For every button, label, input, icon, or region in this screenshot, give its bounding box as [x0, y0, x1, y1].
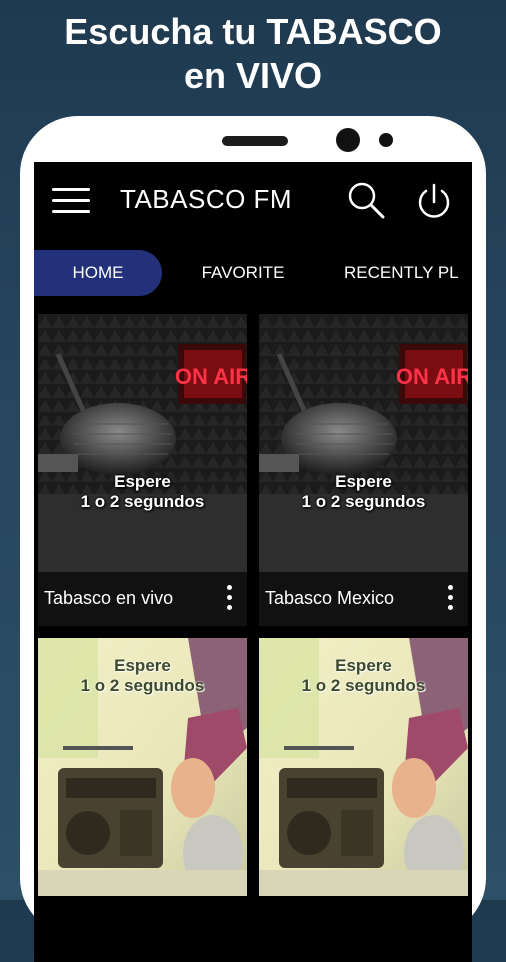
phone-sensor: [379, 133, 393, 147]
wait-message-line2: 1 o 2 segundos: [80, 492, 205, 511]
wait-message-line2: 1 o 2 segundos: [80, 676, 205, 695]
station-thumbnail: Espere 1 o 2 segundos: [259, 638, 468, 896]
station-card[interactable]: Espere 1 o 2 segundos: [259, 638, 468, 950]
station-thumbnail: Espere 1 o 2 segundos: [38, 638, 247, 896]
wait-message-line1: Espere: [114, 472, 171, 491]
app-bar: TABASCO FM: [34, 162, 472, 236]
station-name: Tabasco Mexico: [265, 588, 395, 608]
tab-favorite[interactable]: FAVORITE: [184, 250, 302, 296]
station-card[interactable]: Espere 1 o 2 segundos: [38, 638, 247, 950]
station-card[interactable]: ON AIR Espere 1 o 2 segundos: [38, 314, 247, 626]
wait-message: Espere 1 o 2 segundos: [38, 656, 247, 696]
more-options-icon[interactable]: [446, 585, 454, 613]
phone-frame: TABASCO FM HOME FAVORITE RECENTLY PL ON …: [20, 116, 486, 962]
on-air-sign: ON AIR: [396, 364, 468, 389]
on-air-sign: ON AIR: [175, 364, 247, 389]
promo-headline: Escucha tu TABASCO en VIVO: [0, 10, 506, 98]
wait-message-line1: Espere: [335, 472, 392, 491]
hamburger-menu-icon[interactable]: [52, 188, 90, 213]
app-title: TABASCO FM: [120, 184, 293, 214]
wait-message: Espere 1 o 2 segundos: [38, 472, 247, 512]
phone-camera: [336, 128, 360, 152]
station-caption: Tabasco en vivo: [38, 572, 247, 626]
power-icon[interactable]: [416, 182, 452, 220]
search-icon[interactable]: [346, 180, 386, 220]
tab-home[interactable]: HOME: [34, 250, 162, 296]
app-screen: TABASCO FM HOME FAVORITE RECENTLY PL ON …: [34, 162, 472, 962]
wait-message-line1: Espere: [335, 656, 392, 675]
station-name: Tabasco en vivo: [44, 588, 174, 608]
station-card[interactable]: ON AIR Espere 1 o 2 segundos: [259, 314, 468, 626]
wait-message-line2: 1 o 2 segundos: [301, 676, 426, 695]
more-options-icon[interactable]: [225, 585, 233, 613]
phone-speaker: [222, 136, 288, 146]
tab-recently-played[interactable]: RECENTLY PL: [344, 250, 472, 296]
station-thumbnail: ON AIR Espere 1 o 2 segundos: [38, 314, 247, 572]
wait-message-line1: Espere: [114, 656, 171, 675]
wait-message: Espere 1 o 2 segundos: [259, 472, 468, 512]
wait-message: Espere 1 o 2 segundos: [259, 656, 468, 696]
station-caption: Tabasco Mexico: [259, 572, 468, 626]
tab-bar: HOME FAVORITE RECENTLY PL: [34, 250, 472, 296]
promo-headline-line1: Escucha tu TABASCO: [64, 11, 442, 52]
promo-headline-line2: en VIVO: [183, 55, 323, 96]
station-thumbnail: ON AIR Espere 1 o 2 segundos: [259, 314, 468, 572]
wait-message-line2: 1 o 2 segundos: [301, 492, 426, 511]
